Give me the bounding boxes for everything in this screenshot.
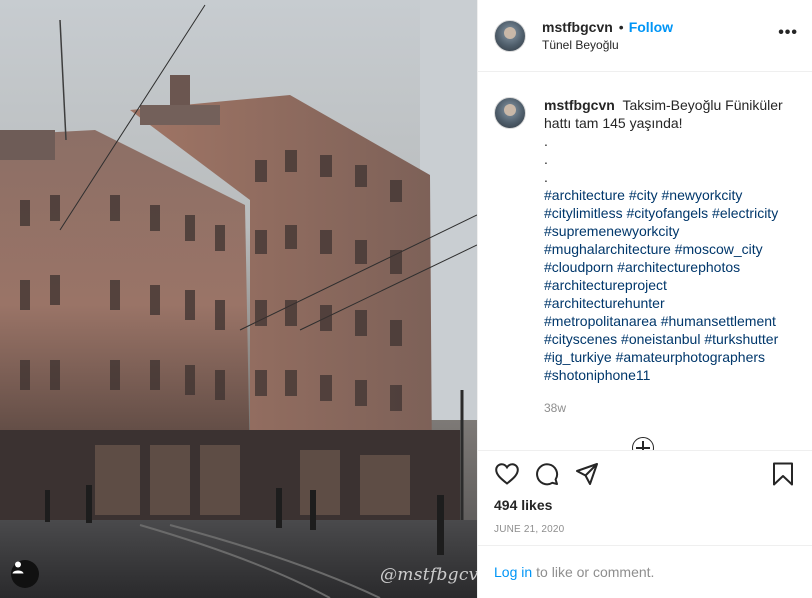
caption-line: Taksim-Beyoğlu Füniküler — [622, 97, 783, 113]
caption-dot: . — [544, 133, 548, 149]
comments-section[interactable]: mstfbgcvn Taksim-Beyoğlu Füniküler hattı… — [478, 73, 812, 451]
caption-username[interactable]: mstfbgcvn — [544, 97, 615, 113]
bookmark-icon[interactable] — [770, 461, 796, 487]
hashtag-line[interactable]: #citylimitless #cityofangels #electricit… — [544, 204, 789, 222]
avatar[interactable] — [494, 19, 526, 52]
hashtag-line[interactable]: #shotoniphone11 — [544, 366, 789, 384]
caption-avatar[interactable] — [494, 97, 526, 129]
post-date: JUNE 21, 2020 — [494, 524, 565, 535]
more-options-icon[interactable]: ••• — [778, 25, 798, 41]
follow-button[interactable]: Follow — [629, 19, 673, 35]
hashtag-line[interactable]: #mughalarchitecture #moscow_city — [544, 240, 789, 258]
post-header: mstfbgcvn • Follow Tünel Beyoğlu ••• — [478, 0, 812, 72]
hashtag-line[interactable]: #architecturehunter — [544, 294, 789, 312]
separator-dot: • — [618, 19, 624, 35]
header-user-line: mstfbgcvn • Follow — [542, 19, 673, 35]
username-link[interactable]: mstfbgcvn — [542, 19, 613, 35]
post-photo[interactable]: @mstfbgcvn — [0, 0, 477, 598]
share-icon[interactable] — [574, 461, 600, 487]
caption-dot: . — [544, 169, 548, 185]
caption-line: hattı tam 145 yaşında! — [544, 115, 683, 131]
login-prompt: Log in to like or comment. — [478, 545, 812, 598]
caption-comment: mstfbgcvn Taksim-Beyoğlu Füniküler hattı… — [494, 96, 796, 417]
hashtag-line[interactable]: #metropolitanarea #humansettlement — [544, 312, 789, 330]
login-text: to like or comment. — [536, 564, 655, 580]
plus-circle-icon[interactable] — [632, 437, 654, 451]
hashtag-line[interactable]: #cloudporn #architecturephotos — [544, 258, 789, 276]
hashtag-line[interactable]: #cityscenes #oneistanbul #turkshutter — [544, 330, 789, 348]
instagram-post: @mstfbgcvn mstfbgcvn • Follow Tünel Beyo… — [0, 0, 812, 598]
user-tag-icon[interactable] — [11, 560, 39, 588]
location-link[interactable]: Tünel Beyoğlu — [542, 38, 673, 52]
hashtag-line[interactable]: #architectureproject — [544, 276, 789, 294]
hashtag-line[interactable]: #supremenewyorkcity — [544, 222, 789, 240]
comment-time: 38w — [544, 401, 567, 415]
photo-watermark: @mstfbgcvn — [380, 565, 477, 585]
building-photo — [0, 0, 477, 598]
post-actions: 494 likes JUNE 21, 2020 — [478, 450, 812, 545]
caption-dot: . — [544, 151, 548, 167]
caption-text: mstfbgcvn Taksim-Beyoğlu Füniküler hattı… — [544, 96, 789, 417]
hashtag-line[interactable]: #ig_turkiye #amateurphotographers — [544, 348, 789, 366]
heart-icon[interactable] — [494, 461, 520, 487]
comment-icon[interactable] — [534, 461, 560, 487]
hashtag-line[interactable]: #architecture #city #newyorkcity — [544, 186, 789, 204]
header-text: mstfbgcvn • Follow Tünel Beyoğlu — [542, 19, 673, 52]
post-details-panel: mstfbgcvn • Follow Tünel Beyoğlu ••• mst… — [477, 0, 812, 598]
login-link[interactable]: Log in — [494, 564, 532, 580]
likes-count[interactable]: 494 likes — [494, 497, 796, 513]
action-icons — [494, 451, 796, 497]
